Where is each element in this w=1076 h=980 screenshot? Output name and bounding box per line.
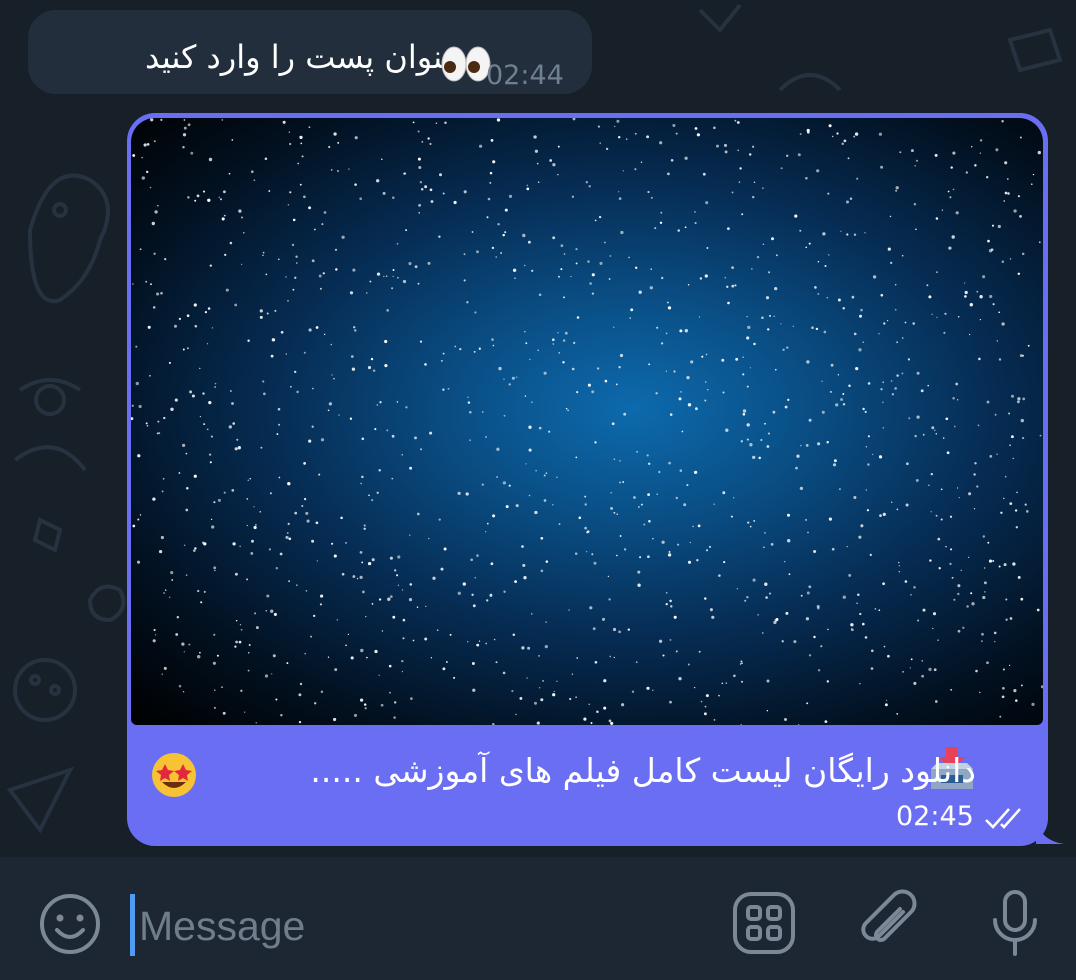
smile-icon[interactable] [38, 892, 102, 956]
outgoing-caption: دانلود رایگان لیست کامل فیلم های آموزشی … [310, 751, 976, 790]
incoming-message-time: 02:44 [486, 60, 564, 91]
eyes-emoji-icon [441, 46, 491, 82]
stars-layer [131, 118, 1043, 725]
outgoing-message[interactable]: دانلود رایگان لیست کامل فیلم های آموزشی … [127, 113, 1048, 846]
outgoing-message-time: 02:45 [896, 801, 974, 832]
paperclip-icon[interactable] [857, 888, 923, 958]
microphone-icon[interactable] [986, 888, 1044, 960]
grid-icon[interactable] [731, 890, 797, 956]
starfield-photo[interactable] [131, 118, 1043, 725]
message-input[interactable] [137, 898, 641, 954]
read-checkmarks-icon [985, 808, 1021, 829]
incoming-message-text: عنوان پست را وارد کنید [145, 38, 462, 76]
star-struck-icon [152, 753, 196, 797]
text-caret [130, 894, 135, 956]
bubble-tail [1036, 816, 1064, 844]
incoming-message[interactable]: عنوان پست را وارد کنید 02:44 [28, 10, 592, 94]
